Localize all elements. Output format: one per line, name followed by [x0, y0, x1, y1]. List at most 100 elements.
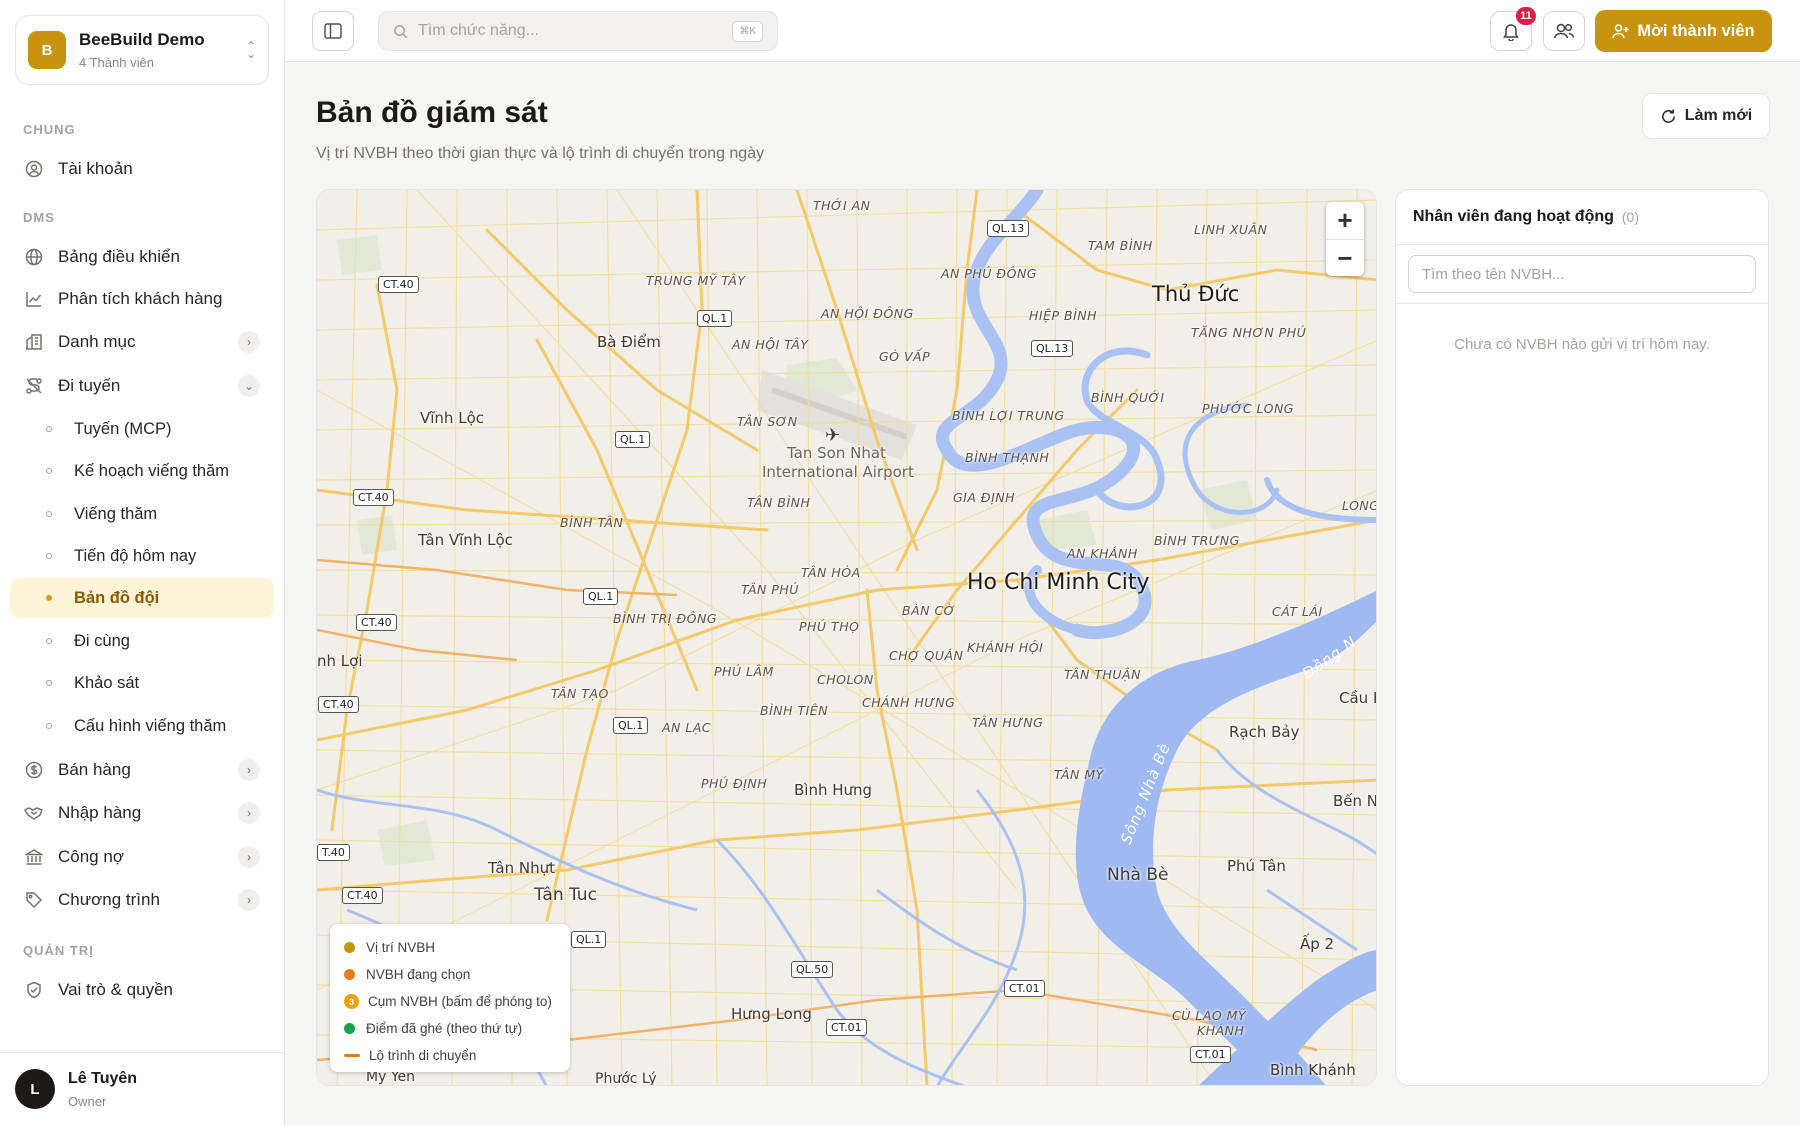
user-profile[interactable]: L Lê Tuyên Owner — [0, 1052, 285, 1125]
sidebar-subitem-visit-config[interactable]: Cấu hình viếng thăm — [10, 706, 274, 746]
bullet-icon — [46, 553, 52, 559]
map-label-town: Tân Vĩnh Lộc — [418, 531, 513, 549]
map-label-town: Ấp 2 — [1300, 935, 1335, 953]
search-icon — [394, 24, 408, 38]
map-label-district: LINH XUÂN — [1194, 222, 1268, 237]
staff-search-box[interactable] — [1408, 255, 1756, 293]
sidebar-panel-icon — [324, 23, 342, 39]
map-label-town: Bà Điểm — [597, 333, 661, 351]
map-label-district: TÂN HÒA — [801, 565, 861, 580]
building-icon — [24, 332, 44, 352]
legend-item: NVBH đang chọn — [344, 961, 556, 988]
map-label-town: Bình Khánh — [1270, 1061, 1356, 1079]
map-label-town: Tân Nhựt — [488, 859, 555, 877]
invite-member-button[interactable]: Mời thành viên — [1595, 10, 1772, 52]
team-button[interactable] — [1543, 11, 1585, 51]
sidebar-item-roles[interactable]: Vai trò & quyền — [12, 970, 274, 1010]
map-label-town: Bến Ng — [1333, 792, 1377, 810]
sidebar-subitem-visits[interactable]: Viếng thăm — [10, 494, 274, 534]
map-label-district: TÂN THUẬN — [1064, 667, 1141, 682]
sidebar-subitem-team-map[interactable]: Bản đồ đội — [10, 578, 274, 618]
chevron-right-icon: › — [238, 759, 260, 781]
road-shield: CT.40 — [378, 276, 419, 293]
topbar: ⌘K 11 Mời thành viên — [285, 0, 1800, 62]
road-shield: CT.01 — [1190, 1046, 1231, 1063]
road-shield: CT.01 — [826, 1019, 867, 1036]
airplane-icon: ✈ — [825, 425, 841, 446]
workspace-members: 4 Thành viên — [79, 55, 154, 70]
sidebar-item-sales[interactable]: Bán hàng › — [12, 750, 274, 790]
map-label-district: BÀN CỜ — [902, 603, 956, 618]
map-label-district: KHÁNH HỘI — [967, 640, 1044, 655]
notifications-button[interactable]: 11 — [1490, 7, 1536, 51]
map-label-district: BÌNH TRƯNG — [1154, 533, 1240, 548]
legend-dot-visited — [344, 1023, 355, 1034]
map-label-district: PHÚ ĐỊNH — [701, 776, 768, 791]
map-label-district: PHƯỚC LONG — [1202, 401, 1294, 416]
bullet-icon — [46, 468, 52, 474]
tag-icon — [24, 890, 44, 910]
map-label-district: CHỢ QUÁN — [889, 648, 964, 663]
search-input[interactable] — [418, 22, 718, 40]
map-label-town: Phước Lý — [595, 1071, 657, 1086]
refresh-button[interactable]: Làm mới — [1642, 93, 1770, 139]
sidebar-toggle-button[interactable] — [312, 11, 354, 51]
sidebar-subitem-label: Khảo sát — [74, 673, 140, 692]
map-view[interactable]: Ho Chi Minh City Thủ Đức Bà Điểm Vĩnh Lộ… — [316, 189, 1377, 1086]
sidebar-subitem-today-progress[interactable]: Tiến độ hôm nay — [10, 536, 274, 576]
chevron-right-icon: › — [238, 889, 260, 911]
shortcut-hint: ⌘K — [732, 20, 763, 42]
workspace-switcher[interactable]: B BeeBuild Demo 4 Thành viên ⌃ ⌄ — [15, 15, 269, 85]
sidebar-subitem-ride-along[interactable]: Đi cùng — [10, 621, 274, 661]
legend-dot-position — [344, 942, 355, 953]
chevron-up-down-icon: ⌃ ⌄ — [245, 39, 256, 61]
shield-check-icon — [24, 980, 44, 1000]
map-label-district: PHÚ THỌ — [799, 619, 860, 634]
map-label-city: Ho Chi Minh City — [967, 570, 1150, 595]
sidebar-item-programs[interactable]: Chương trình › — [12, 880, 274, 920]
sidebar-subitem-visit-plan[interactable]: Kế hoạch viếng thăm — [10, 451, 274, 491]
page-subtitle: Vị trí NVBH theo thời gian thực và lộ tr… — [316, 145, 765, 162]
sidebar-item-account[interactable]: Tài khoản — [12, 149, 274, 189]
sidebar-item-routing[interactable]: Đi tuyến ⌄ — [12, 366, 274, 406]
globe-icon — [24, 247, 44, 267]
legend-item: Điểm đã ghé (theo thứ tự) — [344, 1015, 556, 1042]
sidebar-subitem-mcp[interactable]: Tuyến (MCP) — [10, 409, 274, 449]
chevron-down-icon: ⌄ — [238, 375, 260, 397]
sidebar-item-label: Công nợ — [58, 847, 124, 866]
map-label-district: BÌNH QUỚI — [1091, 390, 1165, 405]
chevron-right-icon: › — [238, 802, 260, 824]
legend-route-line — [344, 1054, 360, 1057]
map-label-district: CÙ LAO MỸ — [1172, 1008, 1247, 1023]
map-label-district: BÌNH TIÊN — [760, 703, 829, 718]
map-label-district: AN KHÁNH — [1067, 546, 1138, 561]
panel-title: Nhân viên đang hoạt động — [1413, 208, 1614, 225]
search-box[interactable]: ⌘K — [378, 11, 778, 51]
invite-member-label: Mời thành viên — [1637, 21, 1755, 40]
sidebar-subitem-label: Cấu hình viếng thăm — [74, 716, 227, 735]
sidebar-subitem-survey[interactable]: Khảo sát — [10, 663, 274, 703]
sidebar-subitem-label: Tuyến (MCP) — [74, 419, 172, 438]
staff-search-input[interactable] — [1422, 265, 1742, 283]
road-shield: CT.40 — [318, 696, 359, 713]
map-label-district: THỚI AN — [813, 198, 871, 213]
dollar-circle-icon — [24, 760, 44, 780]
road-shield: QL.13 — [987, 220, 1030, 237]
zoom-out-button[interactable]: − — [1326, 239, 1364, 276]
users-icon — [1553, 23, 1575, 39]
sidebar-item-debt[interactable]: Công nợ › — [12, 837, 274, 877]
avatar: L — [15, 1069, 55, 1109]
zoom-in-button[interactable]: + — [1326, 202, 1364, 239]
legend-label: Lộ trình di chuyển — [369, 1048, 477, 1063]
map-label-district: PHÚ LÂM — [714, 664, 774, 679]
road-shield: QL.1 — [571, 931, 607, 948]
bullet-icon — [46, 723, 52, 729]
zoom-controls: + − — [1326, 202, 1364, 276]
map-label-airport: International Airport — [762, 463, 914, 481]
sidebar-item-purchasing[interactable]: Nhập hàng › — [12, 793, 274, 833]
sidebar-item-dashboard[interactable]: Bảng điều khiển — [12, 237, 274, 277]
user-name: Lê Tuyên — [68, 1069, 138, 1087]
map-legend: Vị trí NVBH NVBH đang chọn 3 Cụm NVBH (bấ… — [330, 924, 570, 1072]
sidebar-item-catalog[interactable]: Danh mục › — [12, 322, 274, 362]
sidebar-item-customer-analysis[interactable]: Phân tích khách hàng — [12, 279, 274, 319]
